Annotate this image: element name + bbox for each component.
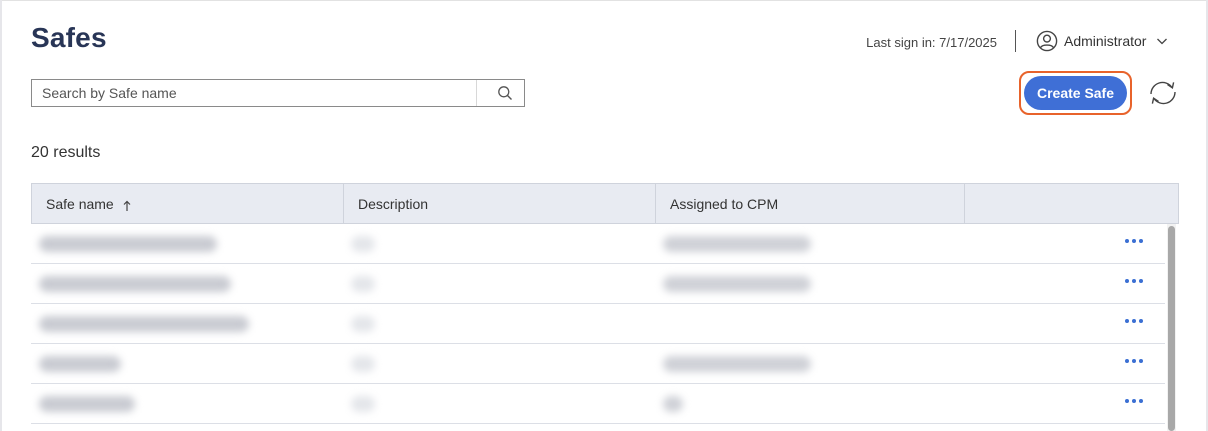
- redacted-safe-name: [39, 316, 249, 332]
- column-header-label: Description: [358, 195, 429, 212]
- table-row[interactable]: [31, 304, 1165, 344]
- column-header-assigned-cpm[interactable]: Assigned to CPM: [656, 184, 965, 223]
- redacted-safe-name: [39, 356, 121, 372]
- redacted-safe-name: [39, 236, 217, 252]
- redacted-description: [351, 396, 375, 412]
- more-actions-icon[interactable]: [1125, 397, 1145, 405]
- column-header-description[interactable]: Description: [344, 184, 656, 223]
- table-row[interactable]: [31, 384, 1165, 424]
- redacted-description: [351, 236, 375, 252]
- results-count: 20 results: [31, 144, 101, 161]
- column-header-label: Safe name: [46, 195, 114, 212]
- redacted-safe-name: [39, 396, 135, 412]
- more-actions-icon[interactable]: [1125, 277, 1145, 285]
- refresh-icon[interactable]: [1146, 78, 1180, 108]
- redacted-cpm: [663, 236, 811, 252]
- redacted-safe-name: [39, 276, 231, 292]
- table-body: [31, 224, 1165, 424]
- search-box: [31, 79, 525, 107]
- window-left-border: [0, 0, 2, 431]
- redacted-cpm: [663, 356, 811, 372]
- redacted-description: [351, 316, 375, 332]
- more-actions-icon[interactable]: [1125, 317, 1145, 325]
- header-divider: [1015, 30, 1016, 52]
- search-icon[interactable]: [497, 85, 513, 101]
- page-title: Safes: [31, 22, 107, 53]
- table-row[interactable]: [31, 344, 1165, 384]
- user-menu[interactable]: Administrator: [1036, 29, 1168, 53]
- search-separator: [476, 80, 477, 106]
- more-actions-icon[interactable]: [1125, 237, 1145, 245]
- last-signin-text: Last sign in: 7/17/2025: [866, 35, 997, 50]
- chevron-down-icon: [1157, 38, 1168, 45]
- table-header: Safe name Description Assigned to CPM: [31, 183, 1179, 224]
- table-row[interactable]: [31, 224, 1165, 264]
- redacted-cpm: [663, 396, 683, 412]
- redacted-description: [351, 276, 375, 292]
- user-name: Administrator: [1064, 33, 1147, 49]
- create-safe-button[interactable]: Create Safe: [1024, 76, 1127, 110]
- redacted-description: [351, 356, 375, 372]
- column-header-safe-name[interactable]: Safe name: [32, 184, 344, 223]
- column-header-label: Assigned to CPM: [670, 195, 779, 212]
- search-input[interactable]: [32, 80, 476, 106]
- column-header-actions: [965, 184, 1178, 223]
- scrollbar-thumb[interactable]: [1168, 226, 1175, 431]
- user-circle-icon: [1036, 30, 1058, 52]
- table-row[interactable]: [31, 264, 1165, 304]
- window-top-border: [0, 0, 1208, 1]
- sort-ascending-icon: [123, 200, 131, 211]
- more-actions-icon[interactable]: [1125, 357, 1145, 365]
- redacted-cpm: [663, 276, 811, 292]
